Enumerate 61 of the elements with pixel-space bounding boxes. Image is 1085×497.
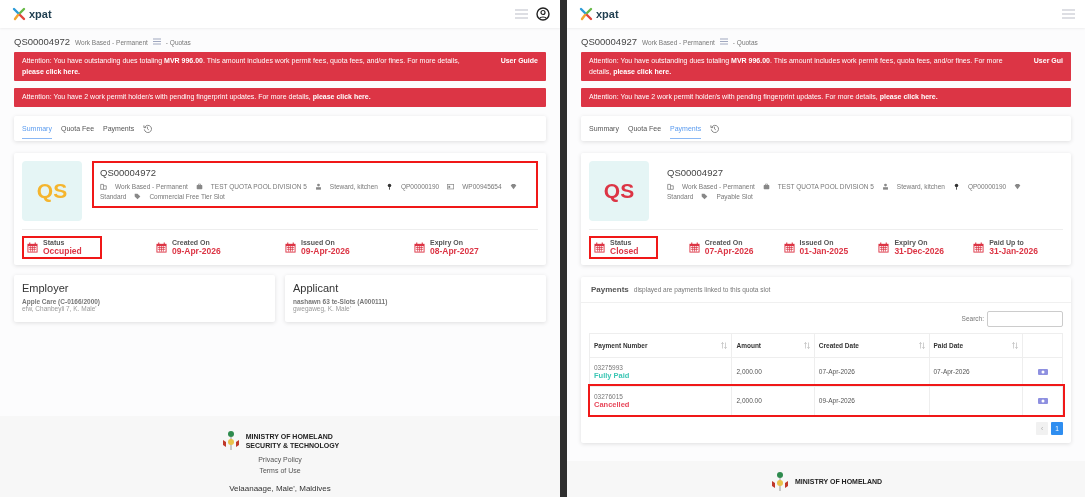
sort-icon[interactable]	[721, 341, 728, 349]
quota-number: QS00004972	[14, 36, 70, 47]
stat-value: 31-Dec-2026	[894, 245, 944, 256]
stat-value: Occupied	[43, 245, 82, 256]
calendar-icon	[156, 241, 167, 253]
tag-icon	[701, 192, 709, 200]
emblem-icon	[220, 430, 241, 452]
list-icon[interactable]	[719, 38, 728, 45]
menu-icon[interactable]	[515, 9, 528, 19]
calendar-icon	[27, 241, 38, 253]
calendar-icon	[688, 241, 700, 253]
brand-name: xpat	[596, 8, 619, 20]
quota-number: QS00004927	[581, 36, 637, 47]
briefcase-icon	[762, 182, 770, 190]
person-icon	[881, 182, 889, 190]
stat-value: 09-Apr-2026	[172, 245, 221, 256]
brand-name: xpat	[29, 8, 52, 20]
sort-icon[interactable]	[803, 341, 810, 349]
tag-icon	[134, 192, 142, 200]
pin-icon	[952, 182, 960, 190]
view-icon[interactable]	[1037, 368, 1048, 375]
calendar-icon	[973, 241, 985, 253]
quota-title: QS00004972	[100, 166, 157, 178]
section-title: Payments	[591, 284, 629, 294]
stat-value: 09-Apr-2026	[301, 245, 350, 256]
user-icon[interactable]	[536, 7, 550, 21]
diamond-icon	[1014, 182, 1022, 190]
view-icon[interactable]	[1037, 397, 1048, 404]
history-icon[interactable]	[143, 123, 153, 133]
history-icon[interactable]	[710, 123, 720, 133]
sort-icon[interactable]	[1012, 341, 1019, 349]
sort-icon[interactable]	[918, 341, 925, 349]
building-icon	[667, 182, 674, 190]
stat-value: 07-Apr-2026	[704, 245, 754, 256]
stat-value: 08-Apr-2027	[430, 245, 479, 256]
logo-icon	[12, 7, 26, 21]
party-title: Applicant	[293, 281, 340, 294]
diamond-icon	[509, 182, 517, 190]
briefcase-icon	[195, 182, 203, 190]
person-icon	[314, 182, 322, 190]
calendar-icon	[285, 241, 296, 253]
building-icon	[100, 182, 107, 190]
pin-icon	[385, 182, 393, 190]
stat-value: Closed	[610, 245, 639, 256]
id-card-icon	[447, 182, 455, 190]
footer-address: Velaanaage, Male', Maldives	[229, 484, 331, 493]
calendar-icon	[594, 241, 605, 253]
quota-avatar: QS	[22, 160, 82, 221]
emblem-icon	[769, 471, 790, 493]
menu-icon[interactable]	[1062, 9, 1075, 19]
party-title: Employer	[22, 281, 70, 294]
logo-icon	[579, 7, 593, 21]
quota-avatar: QS	[589, 160, 649, 221]
calendar-icon	[783, 241, 795, 253]
calendar-icon	[878, 241, 890, 253]
list-icon[interactable]	[152, 38, 161, 45]
search-field[interactable]	[987, 310, 1063, 327]
quota-title: QS00004927	[667, 166, 724, 178]
stat-value: 01-Jan-2025	[799, 245, 849, 256]
calendar-icon	[414, 241, 425, 253]
stat-value: 31-Jan-2026	[989, 245, 1038, 256]
